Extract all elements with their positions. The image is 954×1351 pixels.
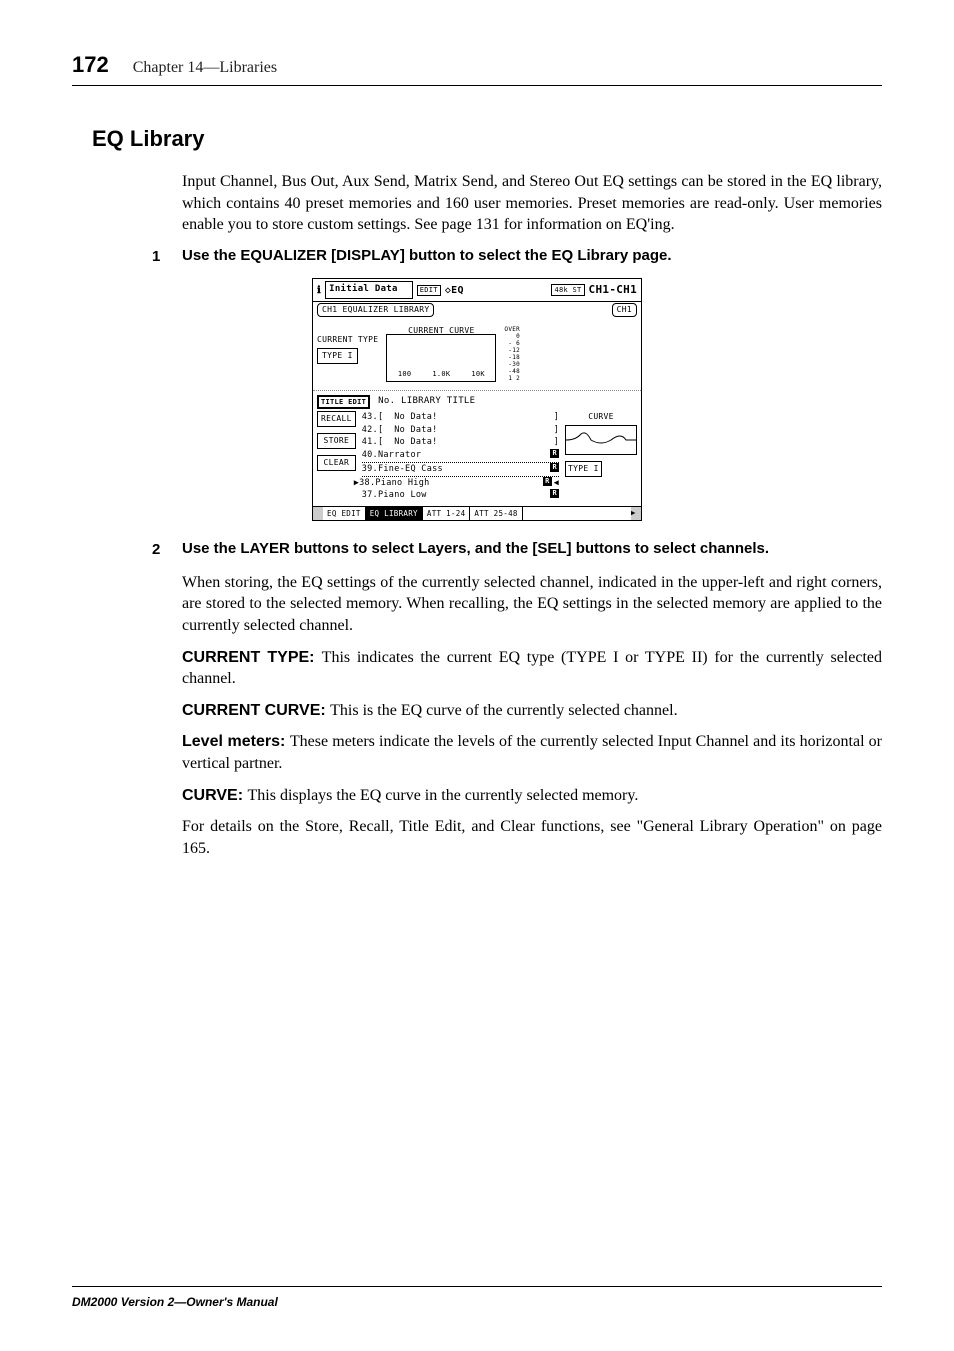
library-list[interactable]: 43.[ No Data!] 42.[ No Data!] 41.[ No Da… <box>362 411 559 502</box>
readonly-badge: R <box>550 463 559 472</box>
tab-att-25-48[interactable]: ATT 25-48 <box>470 507 522 520</box>
step-1: 1 Use the EQUALIZER [DISPLAY] button to … <box>152 246 882 269</box>
current-type-value: TYPE I <box>317 348 358 364</box>
library-preview: CURVE TYPE I <box>565 411 637 502</box>
store-button[interactable]: STORE <box>317 433 356 449</box>
page-footer: DM2000 Version 2—Owner's Manual <box>72 1286 882 1311</box>
tick: 100 <box>398 369 412 380</box>
current-curve-graph: CURRENT CURVE 100 1.0K 10K <box>386 334 496 382</box>
param-curve: CURVE: This displays the EQ curve in the… <box>182 785 882 807</box>
step-number: 2 <box>152 539 182 562</box>
param-desc: This displays the EQ curve in the curren… <box>248 787 639 804</box>
list-item[interactable]: 43.[ No Data!] <box>362 411 559 424</box>
list-item[interactable]: 42.[ No Data!] <box>362 424 559 437</box>
meter-label: OVER <box>504 326 520 333</box>
meter-label: -48 <box>504 368 520 375</box>
param-name: CURRENT TYPE: <box>182 649 322 666</box>
chapter-title: Chapter 14—Libraries <box>133 56 277 80</box>
preview-type: TYPE I <box>565 461 602 477</box>
step-text: Use the EQUALIZER [DISPLAY] button to se… <box>182 246 672 269</box>
list-item[interactable]: 41.[ No Data!] <box>362 436 559 449</box>
param-current-curve: CURRENT CURVE: This is the EQ curve of t… <box>182 700 882 722</box>
section-title: EQ Library <box>92 122 882 155</box>
list-item[interactable]: 39.Fine-EQ CassR <box>362 462 559 476</box>
subtitle-right: CH1 <box>612 303 637 317</box>
readonly-badge: R <box>550 449 559 458</box>
library-buttons: RECALL STORE CLEAR <box>317 411 356 502</box>
eq-library-screen: ℹ Initial Data EDIT ◇EQ 48k ST CH1-CH1 C… <box>312 278 642 521</box>
meter-cols: 1 2 <box>504 375 520 382</box>
title-edit-button[interactable]: TITLE EDIT <box>317 395 370 409</box>
closing-paragraph: For details on the Store, Recall, Title … <box>182 816 882 859</box>
meter-label: 0 <box>504 333 520 340</box>
tab-eq-library[interactable]: EQ LIBRARY <box>366 507 423 520</box>
page-number: 172 <box>72 48 109 81</box>
readonly-badge: R <box>550 489 559 498</box>
current-curve-label: CURRENT CURVE <box>387 325 495 337</box>
meter-label: -12 <box>504 347 520 354</box>
step-number: 1 <box>152 246 182 269</box>
curve-ticks: 100 1.0K 10K <box>387 369 495 380</box>
subtitle-left: CH1 EQUALIZER LIBRARY <box>317 303 434 317</box>
param-name: CURVE: <box>182 787 248 804</box>
tick: 1.0K <box>432 369 450 380</box>
current-type-label: CURRENT TYPE <box>317 334 378 346</box>
param-current-type: CURRENT TYPE: This indicates the current… <box>182 647 882 690</box>
titlebar-edit: EDIT <box>417 285 441 296</box>
meter-label: - 6 <box>504 340 520 347</box>
list-item-selected[interactable]: ▶38.Piano HighR◀ <box>362 476 559 490</box>
recall-button[interactable]: RECALL <box>317 411 356 427</box>
param-level-meters: Level meters: These meters indicate the … <box>182 731 882 774</box>
tab-att-1-24[interactable]: ATT 1-24 <box>423 507 471 520</box>
screen-current-section: CURRENT TYPE TYPE I CURRENT CURVE 100 1.… <box>313 318 641 391</box>
preview-curve-graph <box>565 425 637 455</box>
list-item[interactable]: 40.NarratorR <box>362 449 559 462</box>
list-item[interactable]: 37.Piano LowR <box>362 489 559 502</box>
screen-titlebar: ℹ Initial Data EDIT ◇EQ 48k ST CH1-CH1 <box>313 279 641 302</box>
readonly-badge: R <box>543 477 552 486</box>
titlebar-initial: Initial Data <box>325 281 413 299</box>
clear-button[interactable]: CLEAR <box>317 455 356 471</box>
titlebar-i-icon: ℹ <box>317 283 321 298</box>
list-header: No. LIBRARY TITLE <box>378 395 475 409</box>
param-desc: This is the EQ curve of the currently se… <box>330 702 677 719</box>
titlebar-khz: 48k ST <box>551 284 584 297</box>
screen-library-section: TITLE EDIT No. LIBRARY TITLE RECALL STOR… <box>313 391 641 506</box>
tab-eq-edit[interactable]: EQ EDIT <box>323 507 366 520</box>
tick: 10K <box>471 369 485 380</box>
library-header: TITLE EDIT No. LIBRARY TITLE <box>317 395 637 409</box>
param-name: Level meters: <box>182 733 290 750</box>
step-text: Use the LAYER buttons to select Layers, … <box>182 539 769 562</box>
step-2: 2 Use the LAYER buttons to select Layers… <box>152 539 882 562</box>
step-2-body: When storing, the EQ settings of the cur… <box>182 572 882 637</box>
titlebar-channel: CH1-CH1 <box>589 282 637 299</box>
screen-subtitle: CH1 EQUALIZER LIBRARY CH1 <box>313 302 641 318</box>
screen-tabs: EQ EDIT EQ LIBRARY ATT 1-24 ATT 25-48 ▶ <box>313 506 641 520</box>
current-type-block: CURRENT TYPE TYPE I <box>317 324 378 382</box>
meter-label: -30 <box>504 361 520 368</box>
meter-label: -18 <box>504 354 520 361</box>
param-name: CURRENT CURVE: <box>182 702 330 719</box>
preview-curve-label: CURVE <box>565 411 637 423</box>
intro-paragraph: Input Channel, Bus Out, Aux Send, Matrix… <box>182 171 882 236</box>
page-header: 172 Chapter 14—Libraries <box>72 48 882 86</box>
level-meters: OVER 0 - 6 -12 -18 -30 -48 1 2 <box>504 324 520 382</box>
titlebar-eq: ◇EQ <box>445 283 464 298</box>
